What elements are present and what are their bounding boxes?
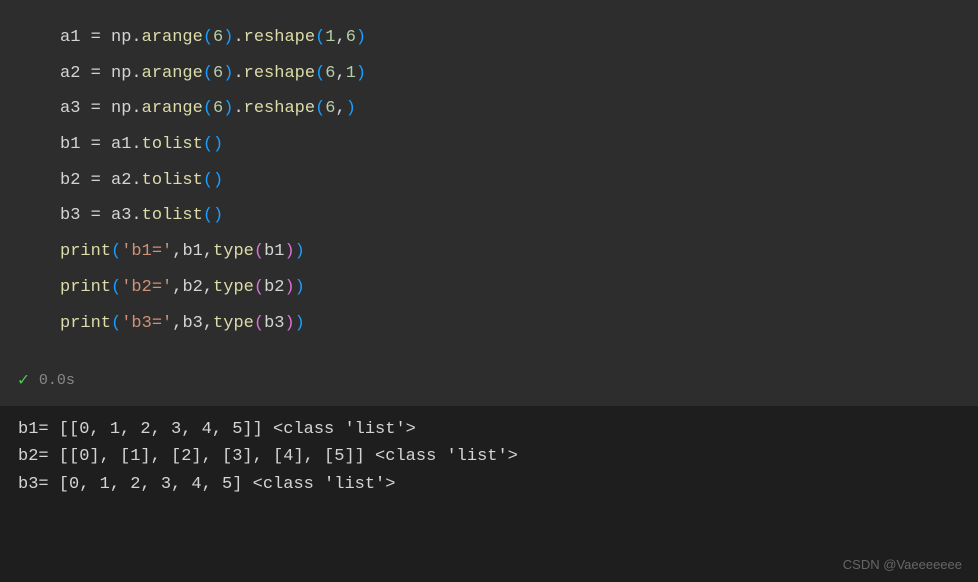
output-line: b2= [[0], [1], [2], [3], [4], [5]] <clas… bbox=[18, 443, 978, 470]
code-line: b1 = a1.tolist() bbox=[60, 127, 978, 163]
execution-status: ✓ 0.0s bbox=[0, 361, 978, 406]
code-line: b2 = a2.tolist() bbox=[60, 163, 978, 199]
code-line: a1 = np.arange(6).reshape(1,6) bbox=[60, 20, 978, 56]
code-line: b3 = a3.tolist() bbox=[60, 198, 978, 234]
code-line: a2 = np.arange(6).reshape(6,1) bbox=[60, 56, 978, 92]
watermark: CSDN @Vaeeeeeee bbox=[843, 557, 962, 572]
code-line: a3 = np.arange(6).reshape(6,) bbox=[60, 91, 978, 127]
checkmark-icon: ✓ bbox=[18, 369, 29, 391]
output-line: b3= [0, 1, 2, 3, 4, 5] <class 'list'> bbox=[18, 471, 978, 498]
execution-time: 0.0s bbox=[39, 372, 75, 389]
output-line: b1= [[0, 1, 2, 3, 4, 5]] <class 'list'> bbox=[18, 416, 978, 443]
code-editor[interactable]: a1 = np.arange(6).reshape(1,6) a2 = np.a… bbox=[0, 0, 978, 361]
code-line: print('b2=',b2,type(b2)) bbox=[60, 270, 978, 306]
output-panel: b1= [[0, 1, 2, 3, 4, 5]] <class 'list'> … bbox=[0, 406, 978, 498]
code-line: print('b3=',b3,type(b3)) bbox=[60, 306, 978, 342]
code-line: print('b1=',b1,type(b1)) bbox=[60, 234, 978, 270]
